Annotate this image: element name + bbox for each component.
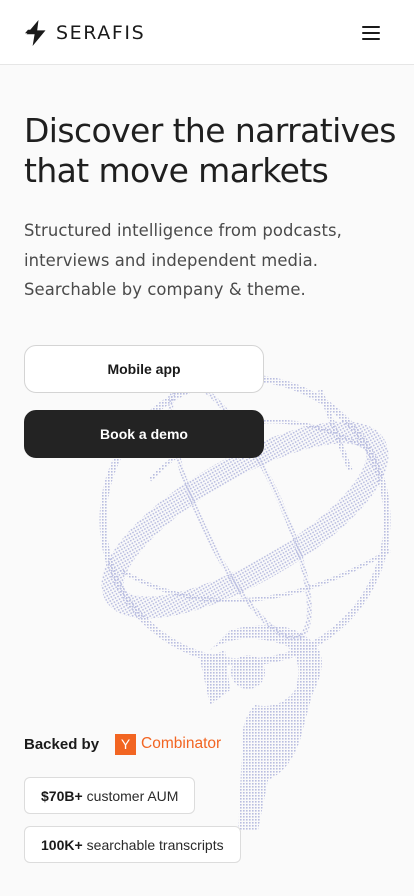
- backed-by-row: Backed by Y Combinator: [24, 731, 221, 757]
- subtitle-line-1: Structured intelligence from podcasts,: [24, 221, 342, 240]
- top-nav: SERAFIS: [0, 0, 414, 65]
- backed-by-label: Backed by: [24, 735, 100, 753]
- stat-label: searchable transcripts: [86, 836, 224, 853]
- landing-page: SERAFIS Discover the narratives that mov…: [0, 0, 414, 896]
- stat-label: customer AUM: [86, 787, 179, 804]
- brand-logo[interactable]: SERAFIS: [24, 20, 145, 46]
- subtitle-line-3: Searchable by company & theme.: [24, 280, 306, 299]
- mobile-app-button[interactable]: Mobile app: [24, 345, 264, 393]
- hero-subtitle: Structured intelligence from podcasts, i…: [24, 216, 394, 305]
- stat-badge-transcripts: 100K+ searchable transcripts: [24, 826, 241, 863]
- stat-value: $70B+: [41, 787, 83, 804]
- stat-badge-aum: $70B+ customer AUM: [24, 777, 196, 814]
- book-demo-button[interactable]: Book a demo: [24, 410, 264, 458]
- subtitle-line-2: interviews and independent media.: [24, 250, 319, 270]
- brand-name: SERAFIS: [56, 22, 146, 44]
- lightning-bolt-icon: [25, 20, 46, 46]
- headline-line-1: Discover the narratives: [24, 111, 396, 150]
- stat-value: 100K+: [41, 836, 83, 853]
- headline-line-2: that move markets: [24, 151, 329, 190]
- hamburger-menu-icon[interactable]: [360, 24, 382, 42]
- hero-headline: Discover the narratives that move market…: [24, 111, 404, 191]
- y-combinator-logo-icon: Y: [115, 733, 137, 755]
- y-combinator-name: Combinator: [141, 735, 222, 752]
